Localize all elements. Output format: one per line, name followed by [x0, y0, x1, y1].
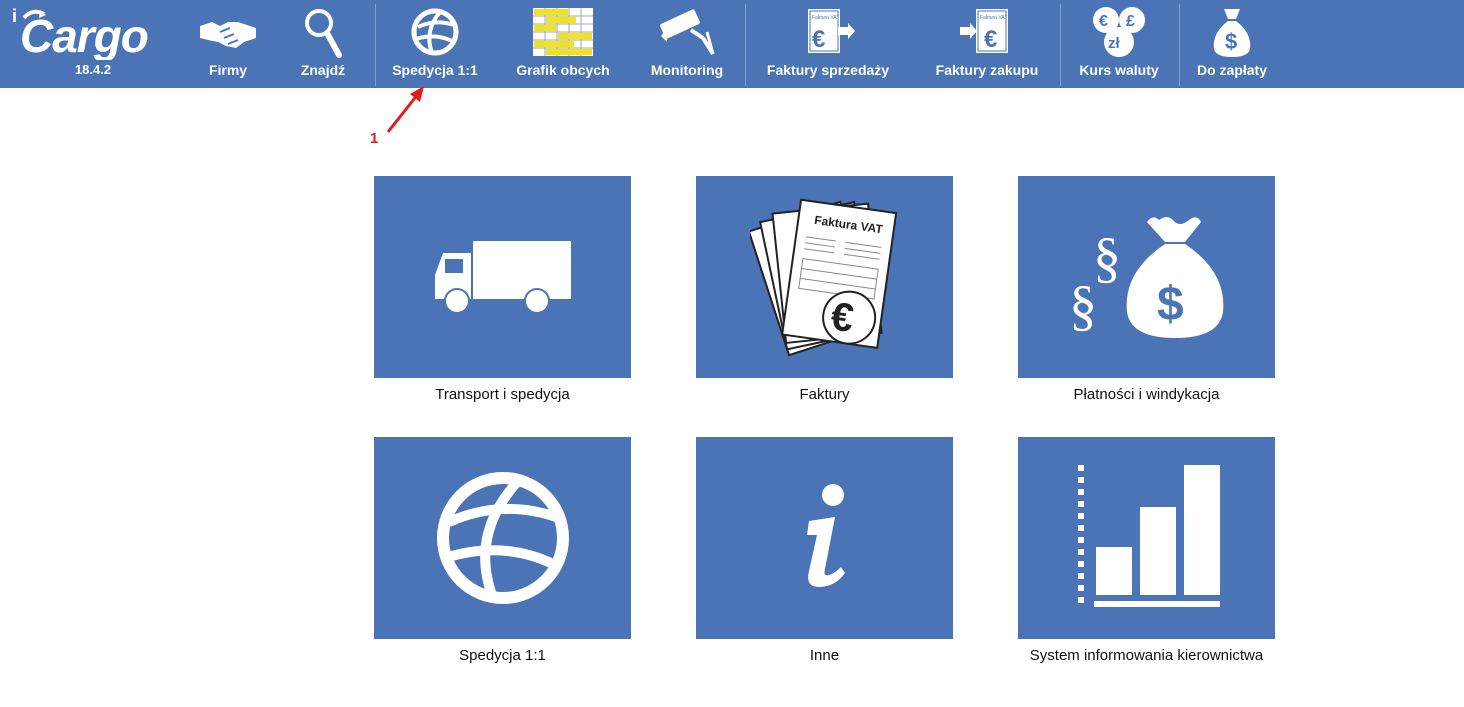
- invoice-documents-icon: Faktura VAT €: [749, 198, 897, 357]
- toolbar-faktury-sprzedazy-button[interactable]: Faktura VAT € Faktury sprzedaży: [754, 0, 902, 88]
- top-toolbar: i Cargo 18.4.2 Firmy Znajdź Spedycja 1:1…: [0, 0, 1464, 88]
- tile-spedycja-1-1[interactable]: Spedycja 1:1: [374, 437, 631, 664]
- tile-system-informowania-kierownictwa[interactable]: System informowania kierownictwa: [1018, 437, 1275, 664]
- schedule-grid-icon: [532, 0, 594, 64]
- app-version: 18.4.2: [74, 62, 112, 77]
- svg-text:€: €: [812, 26, 825, 53]
- globe-icon: [410, 0, 460, 64]
- tile-transport-i-spedycja[interactable]: Transport i spedycja: [374, 176, 631, 403]
- svg-text:€: €: [1099, 13, 1108, 30]
- purchase-invoice-icon: Faktura VAT €: [958, 0, 1016, 64]
- toolbar-znajdz-button[interactable]: Znajdź: [290, 0, 356, 88]
- money-bag-icon: $: [1210, 0, 1254, 64]
- svg-text:$: $: [1225, 29, 1237, 54]
- svg-text:€: €: [984, 26, 997, 53]
- icargo-logo-icon: i Cargo: [10, 0, 176, 64]
- magnifier-icon: [303, 0, 343, 64]
- annotation-arrow-icon: [386, 86, 424, 133]
- info-icon: [806, 484, 845, 587]
- svg-text:Faktura VAT: Faktura VAT: [812, 15, 839, 21]
- svg-text:i: i: [12, 6, 17, 26]
- truck-icon: [434, 241, 571, 314]
- toolbar-kurs-waluty-button[interactable]: € £ zł Kurs waluty: [1066, 0, 1172, 88]
- toolbar-do-zaplaty-button[interactable]: $ Do zapłaty: [1186, 0, 1278, 88]
- toolbar-separator: [1179, 4, 1180, 86]
- toolbar-spedycja-button[interactable]: Spedycja 1:1: [384, 0, 486, 88]
- app-logo[interactable]: i Cargo 18.4.2: [8, 0, 178, 88]
- tile-platnosci-i-windykacja[interactable]: § § $ Płatności i windykacja: [1018, 176, 1275, 403]
- globe-icon: [436, 472, 569, 604]
- svg-text:§: §: [1093, 227, 1121, 289]
- annotation-number: 1: [370, 130, 379, 147]
- sales-invoice-icon: Faktura VAT €: [800, 0, 856, 64]
- toolbar-monitoring-button[interactable]: Monitoring: [640, 0, 734, 88]
- svg-text:$: $: [1157, 278, 1184, 331]
- toolbar-faktury-zakupu-button[interactable]: Faktura VAT € Faktury zakupu: [922, 0, 1052, 88]
- svg-text:zł: zł: [1108, 35, 1121, 52]
- svg-text:£: £: [1126, 13, 1135, 30]
- tile-faktury[interactable]: Faktura VAT € Faktury: [696, 176, 953, 403]
- toolbar-separator: [375, 4, 376, 86]
- payments-bag-icon: § § $: [1069, 217, 1223, 338]
- camera-icon: [657, 0, 717, 64]
- toolbar-separator: [1060, 4, 1061, 86]
- toolbar-separator: [745, 4, 746, 86]
- handshake-icon: [198, 0, 258, 64]
- toolbar-firmy-button[interactable]: Firmy: [194, 0, 262, 88]
- currency-icon: € £ zł: [1088, 0, 1150, 64]
- toolbar-grafik-button[interactable]: Grafik obcych: [506, 0, 620, 88]
- bar-chart-icon: [1077, 465, 1220, 607]
- tile-inne[interactable]: Inne: [696, 437, 953, 664]
- svg-text:Faktura VAT: Faktura VAT: [980, 15, 1007, 21]
